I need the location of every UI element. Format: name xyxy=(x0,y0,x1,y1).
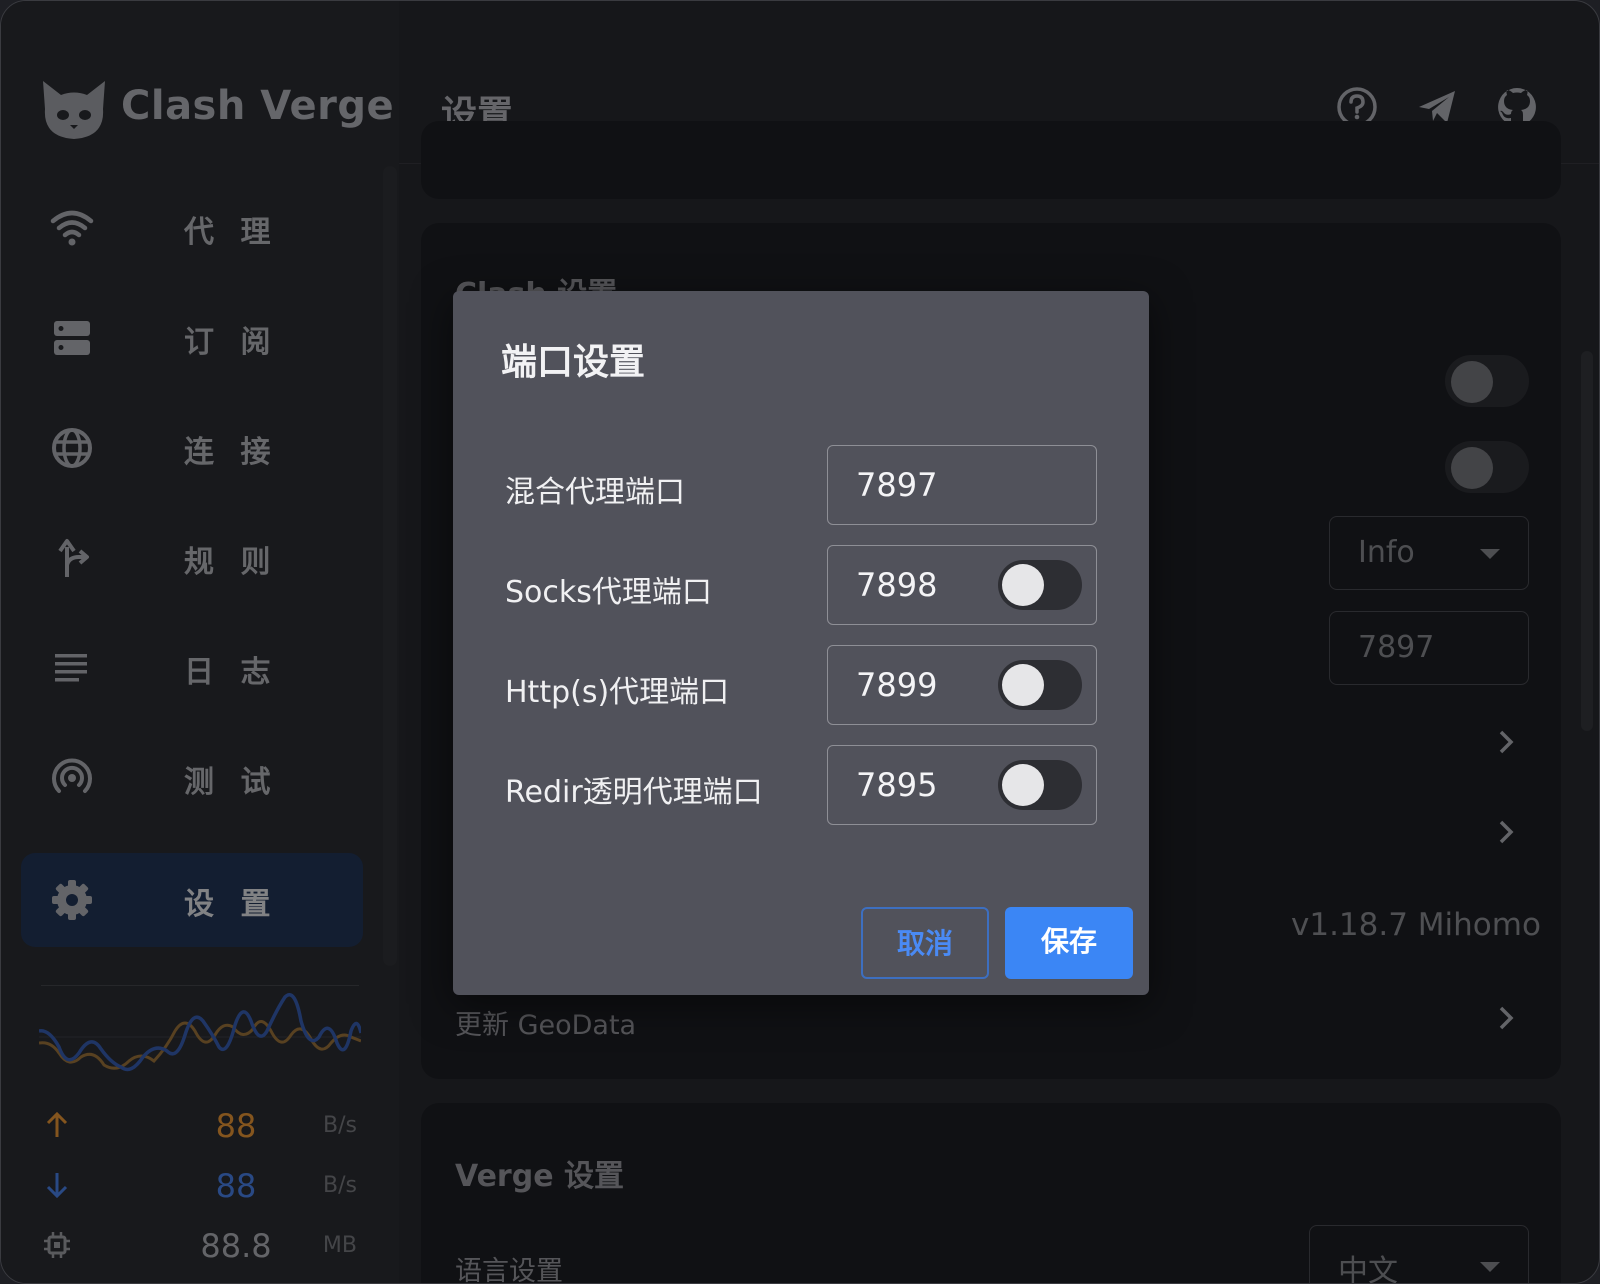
dialog-title: 端口设置 xyxy=(501,342,646,383)
cancel-button[interactable]: 取消 xyxy=(861,907,989,979)
http-port-toggle[interactable] xyxy=(998,660,1082,710)
redir-port-input[interactable]: 7895 xyxy=(827,745,1097,825)
mixed-port-label: 混合代理端口 xyxy=(505,475,685,510)
http-port-input[interactable]: 7899 xyxy=(827,645,1097,725)
port-settings-dialog: 端口设置 混合代理端口 7897 Socks代理端口 7898 Http(s)代… xyxy=(453,291,1149,995)
app-window: Clash Verge 代 理 订 阅 连 接 规 则 日 志 测 试 设 置 … xyxy=(0,0,1600,1284)
socks-port-toggle[interactable] xyxy=(998,560,1082,610)
save-button[interactable]: 保存 xyxy=(1005,907,1133,979)
http-port-label: Http(s)代理端口 xyxy=(505,675,730,710)
redir-port-toggle[interactable] xyxy=(998,760,1082,810)
socks-port-label: Socks代理端口 xyxy=(505,575,712,610)
redir-port-label: Redir透明代理端口 xyxy=(505,775,763,810)
mixed-port-value: 7897 xyxy=(856,466,938,504)
socks-port-value: 7898 xyxy=(856,566,938,604)
socks-port-input[interactable]: 7898 xyxy=(827,545,1097,625)
mixed-port-input[interactable]: 7897 xyxy=(827,445,1097,525)
redir-port-value: 7895 xyxy=(856,766,938,804)
http-port-value: 7899 xyxy=(856,666,938,704)
